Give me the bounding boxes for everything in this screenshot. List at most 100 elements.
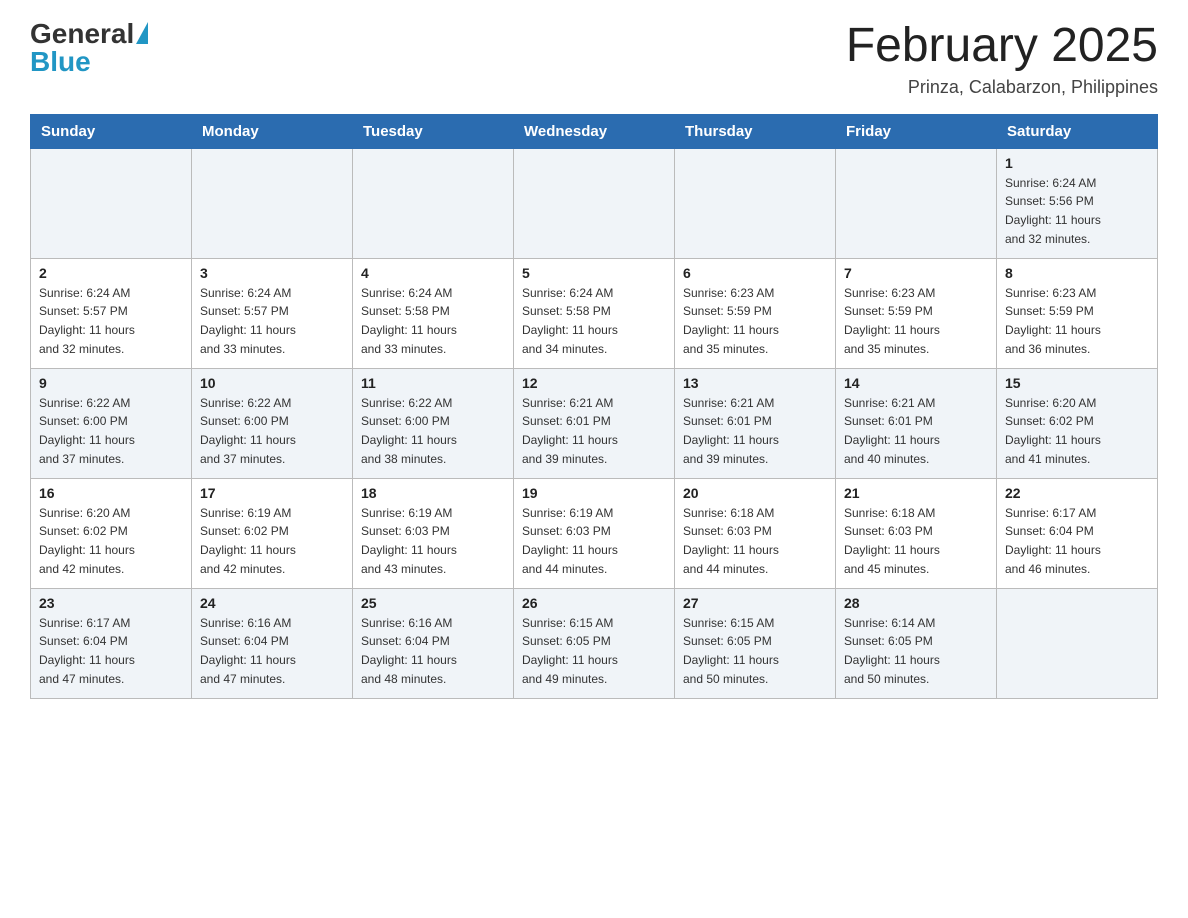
- day-info: Sunrise: 6:21 AM Sunset: 6:01 PM Dayligh…: [683, 394, 827, 468]
- table-row: 11Sunrise: 6:22 AM Sunset: 6:00 PM Dayli…: [353, 368, 514, 478]
- calendar-week-row: 2Sunrise: 6:24 AM Sunset: 5:57 PM Daylig…: [31, 258, 1158, 368]
- calendar-week-row: 1Sunrise: 6:24 AM Sunset: 5:56 PM Daylig…: [31, 148, 1158, 258]
- day-number: 14: [844, 375, 988, 391]
- table-row: [514, 148, 675, 258]
- day-number: 12: [522, 375, 666, 391]
- col-saturday: Saturday: [997, 114, 1158, 148]
- col-monday: Monday: [192, 114, 353, 148]
- day-info: Sunrise: 6:24 AM Sunset: 5:58 PM Dayligh…: [522, 284, 666, 358]
- table-row: 22 Sunrise: 6:17 AM Sunset: 6:04 PM Dayli…: [997, 478, 1158, 588]
- table-row: 25 Sunrise: 6:16 AM Sunset: 6:04 PM Dayli…: [353, 588, 514, 698]
- table-row: [31, 148, 192, 258]
- day-info: Sunrise: 6:21 AM Sunset: 6:01 PM Dayligh…: [844, 394, 988, 468]
- day-info: Sunrise: 6:22 AM Sunset: 6:00 PM Dayligh…: [39, 394, 183, 468]
- table-row: 2Sunrise: 6:24 AM Sunset: 5:57 PM Daylig…: [31, 258, 192, 368]
- day-info: Sunrise: 6:23 AM Sunset: 5:59 PM Dayligh…: [683, 284, 827, 358]
- table-row: 17Sunrise: 6:19 AM Sunset: 6:02 PM Dayli…: [192, 478, 353, 588]
- table-row: 3 Sunrise: 6:24 AM Sunset: 5:57 PM Daylig…: [192, 258, 353, 368]
- table-row: [192, 148, 353, 258]
- day-info: Sunrise: 6:20 AM Sunset: 6:02 PM Dayligh…: [1005, 394, 1149, 468]
- day-info: Sunrise: 6:17 AM Sunset: 6:04 PM Dayligh…: [1005, 504, 1149, 578]
- col-wednesday: Wednesday: [514, 114, 675, 148]
- day-info: Sunrise: 6:22 AM Sunset: 6:00 PM Dayligh…: [200, 394, 344, 468]
- day-number: 13: [683, 375, 827, 391]
- calendar-header-row: Sunday Monday Tuesday Wednesday Thursday…: [31, 114, 1158, 148]
- calendar-week-row: 16Sunrise: 6:20 AM Sunset: 6:02 PM Dayli…: [31, 478, 1158, 588]
- day-info: Sunrise: 6:19 AM Sunset: 6:02 PM Dayligh…: [200, 504, 344, 578]
- day-number: 24: [200, 595, 344, 611]
- day-info: Sunrise: 6:18 AM Sunset: 6:03 PM Dayligh…: [844, 504, 988, 578]
- table-row: [675, 148, 836, 258]
- table-row: 4 Sunrise: 6:24 AM Sunset: 5:58 PM Daylig…: [353, 258, 514, 368]
- table-row: 6Sunrise: 6:23 AM Sunset: 5:59 PM Daylig…: [675, 258, 836, 368]
- day-info: Sunrise: 6:15 AM Sunset: 6:05 PM Dayligh…: [522, 614, 666, 688]
- table-row: 5 Sunrise: 6:24 AM Sunset: 5:58 PM Daylig…: [514, 258, 675, 368]
- day-info: Sunrise: 6:24 AM Sunset: 5:57 PM Dayligh…: [39, 284, 183, 358]
- day-info: Sunrise: 6:15 AM Sunset: 6:05 PM Dayligh…: [683, 614, 827, 688]
- day-number: 19: [522, 485, 666, 501]
- col-sunday: Sunday: [31, 114, 192, 148]
- location-subtitle: Prinza, Calabarzon, Philippines: [846, 77, 1158, 98]
- day-number: 5: [522, 265, 666, 281]
- calendar-week-row: 23 Sunrise: 6:17 AM Sunset: 6:04 PM Dayli…: [31, 588, 1158, 698]
- table-row: [997, 588, 1158, 698]
- logo-blue: Blue: [30, 48, 148, 76]
- day-number: 11: [361, 375, 505, 391]
- table-row: 12 Sunrise: 6:21 AM Sunset: 6:01 PM Dayli…: [514, 368, 675, 478]
- table-row: 28Sunrise: 6:14 AM Sunset: 6:05 PM Dayli…: [836, 588, 997, 698]
- day-info: Sunrise: 6:19 AM Sunset: 6:03 PM Dayligh…: [361, 504, 505, 578]
- table-row: 21 Sunrise: 6:18 AM Sunset: 6:03 PM Dayli…: [836, 478, 997, 588]
- day-info: Sunrise: 6:24 AM Sunset: 5:58 PM Dayligh…: [361, 284, 505, 358]
- day-number: 25: [361, 595, 505, 611]
- table-row: 1Sunrise: 6:24 AM Sunset: 5:56 PM Daylig…: [997, 148, 1158, 258]
- table-row: [836, 148, 997, 258]
- day-info: Sunrise: 6:23 AM Sunset: 5:59 PM Dayligh…: [844, 284, 988, 358]
- month-title: February 2025: [846, 20, 1158, 73]
- table-row: 13 Sunrise: 6:21 AM Sunset: 6:01 PM Dayli…: [675, 368, 836, 478]
- table-row: 26 Sunrise: 6:15 AM Sunset: 6:05 PM Dayli…: [514, 588, 675, 698]
- table-row: 24 Sunrise: 6:16 AM Sunset: 6:04 PM Dayli…: [192, 588, 353, 698]
- day-info: Sunrise: 6:14 AM Sunset: 6:05 PM Dayligh…: [844, 614, 988, 688]
- day-number: 26: [522, 595, 666, 611]
- col-friday: Friday: [836, 114, 997, 148]
- day-number: 9: [39, 375, 183, 391]
- day-number: 4: [361, 265, 505, 281]
- day-info: Sunrise: 6:23 AM Sunset: 5:59 PM Dayligh…: [1005, 284, 1149, 358]
- day-number: 10: [200, 375, 344, 391]
- calendar-week-row: 9 Sunrise: 6:22 AM Sunset: 6:00 PM Daylig…: [31, 368, 1158, 478]
- table-row: 16Sunrise: 6:20 AM Sunset: 6:02 PM Dayli…: [31, 478, 192, 588]
- page-header: General Blue February 2025 Prinza, Calab…: [30, 20, 1158, 98]
- day-info: Sunrise: 6:24 AM Sunset: 5:56 PM Dayligh…: [1005, 174, 1149, 248]
- day-info: Sunrise: 6:18 AM Sunset: 6:03 PM Dayligh…: [683, 504, 827, 578]
- logo-general: General: [30, 20, 134, 48]
- day-number: 21: [844, 485, 988, 501]
- table-row: 14 Sunrise: 6:21 AM Sunset: 6:01 PM Dayli…: [836, 368, 997, 478]
- day-number: 20: [683, 485, 827, 501]
- title-section: February 2025 Prinza, Calabarzon, Philip…: [846, 20, 1158, 98]
- day-number: 18: [361, 485, 505, 501]
- table-row: 15 Sunrise: 6:20 AM Sunset: 6:02 PM Dayli…: [997, 368, 1158, 478]
- day-info: Sunrise: 6:21 AM Sunset: 6:01 PM Dayligh…: [522, 394, 666, 468]
- day-number: 22: [1005, 485, 1149, 501]
- day-number: 3: [200, 265, 344, 281]
- table-row: 8Sunrise: 6:23 AM Sunset: 5:59 PM Daylig…: [997, 258, 1158, 368]
- table-row: [353, 148, 514, 258]
- day-number: 15: [1005, 375, 1149, 391]
- table-row: 23 Sunrise: 6:17 AM Sunset: 6:04 PM Dayli…: [31, 588, 192, 698]
- table-row: 10 Sunrise: 6:22 AM Sunset: 6:00 PM Dayli…: [192, 368, 353, 478]
- calendar-table: Sunday Monday Tuesday Wednesday Thursday…: [30, 114, 1158, 699]
- day-info: Sunrise: 6:16 AM Sunset: 6:04 PM Dayligh…: [200, 614, 344, 688]
- table-row: 20 Sunrise: 6:18 AM Sunset: 6:03 PM Dayli…: [675, 478, 836, 588]
- logo: General Blue: [30, 20, 148, 76]
- table-row: 27Sunrise: 6:15 AM Sunset: 6:05 PM Dayli…: [675, 588, 836, 698]
- day-info: Sunrise: 6:19 AM Sunset: 6:03 PM Dayligh…: [522, 504, 666, 578]
- day-info: Sunrise: 6:16 AM Sunset: 6:04 PM Dayligh…: [361, 614, 505, 688]
- table-row: 19 Sunrise: 6:19 AM Sunset: 6:03 PM Dayli…: [514, 478, 675, 588]
- col-tuesday: Tuesday: [353, 114, 514, 148]
- day-number: 23: [39, 595, 183, 611]
- day-info: Sunrise: 6:24 AM Sunset: 5:57 PM Dayligh…: [200, 284, 344, 358]
- day-number: 16: [39, 485, 183, 501]
- table-row: 7Sunrise: 6:23 AM Sunset: 5:59 PM Daylig…: [836, 258, 997, 368]
- col-thursday: Thursday: [675, 114, 836, 148]
- day-info: Sunrise: 6:17 AM Sunset: 6:04 PM Dayligh…: [39, 614, 183, 688]
